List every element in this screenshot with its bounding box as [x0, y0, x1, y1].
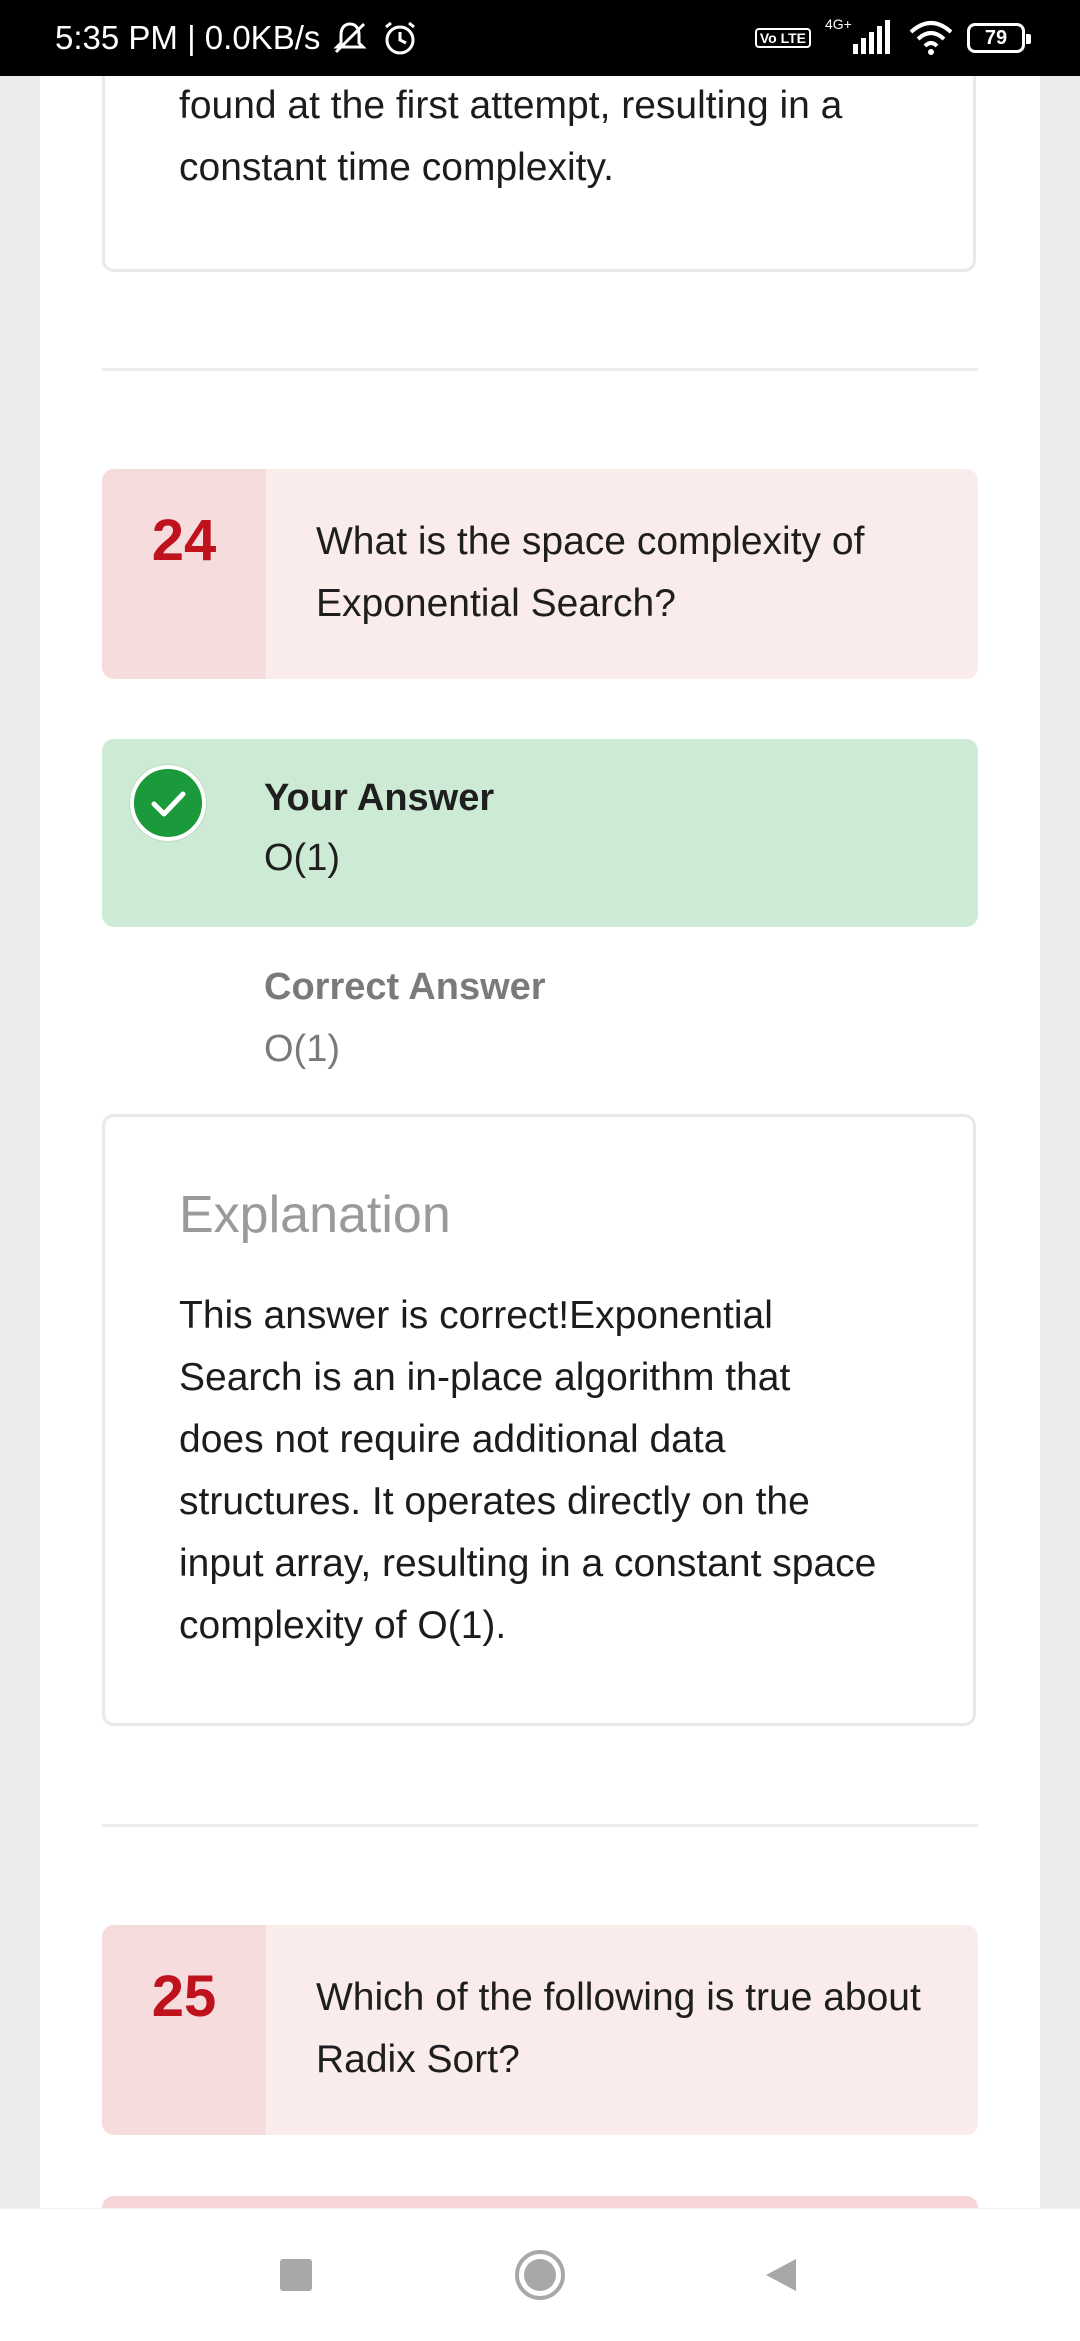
navigation-bar — [0, 2208, 1080, 2341]
battery-icon: 79 — [967, 23, 1031, 53]
question-number: 24 — [102, 469, 266, 679]
check-icon — [130, 765, 206, 841]
battery-level: 79 — [984, 26, 1008, 49]
time-and-speed: 5:35 PM | 0.0KB/s — [55, 19, 321, 56]
question-text: What is the space complexity of Exponent… — [316, 520, 865, 625]
explanation-card: Explanation This answer is correct!Expon… — [102, 1114, 976, 1726]
your-answer-value: O(1) — [264, 837, 340, 879]
question-text: Which of the following is true about Rad… — [316, 1976, 921, 2081]
alarm-icon — [385, 21, 416, 55]
previous-explanation-card: found at the first attempt, resulting in… — [102, 76, 976, 272]
mute-icon — [333, 22, 367, 54]
your-answer-box: Your Answer O(1) — [102, 739, 978, 927]
explanation-title: Explanation — [179, 1186, 451, 1244]
next-answer-box — [102, 2196, 978, 2208]
question-header: 25 Which of the following is true about … — [102, 1925, 978, 2135]
status-left: 5:35 PM | 0.0KB/s — [55, 0, 420, 76]
status-right: Vo LTE 4G+ 79 — [754, 0, 1031, 76]
quiz-results-page[interactable]: found at the first attempt, resulting in… — [40, 76, 1040, 2208]
divider — [102, 368, 978, 371]
previous-explanation-text: found at the first attempt, resulting in… — [179, 84, 843, 189]
status-bar: 5:35 PM | 0.0KB/s Vo LTE 4G+ 79 — [0, 0, 1080, 76]
question-header: 24 What is the space complexity of Expon… — [102, 469, 978, 679]
home-circle-icon[interactable] — [514, 2249, 566, 2301]
divider — [102, 1824, 978, 1827]
back-triangle-icon[interactable] — [762, 2255, 802, 2295]
correct-answer-value: O(1) — [264, 1028, 340, 1070]
explanation-text: This answer is correct!Exponential Searc… — [179, 1294, 877, 1647]
volte-icon: Vo LTE — [754, 28, 811, 48]
signal-icon: 4G+ — [825, 16, 895, 58]
question-number: 25 — [102, 1925, 266, 2135]
your-answer-label: Your Answer — [264, 777, 495, 819]
recents-square-icon[interactable] — [276, 2255, 316, 2295]
wifi-icon — [909, 21, 953, 55]
correct-answer-label: Correct Answer — [264, 966, 546, 1008]
